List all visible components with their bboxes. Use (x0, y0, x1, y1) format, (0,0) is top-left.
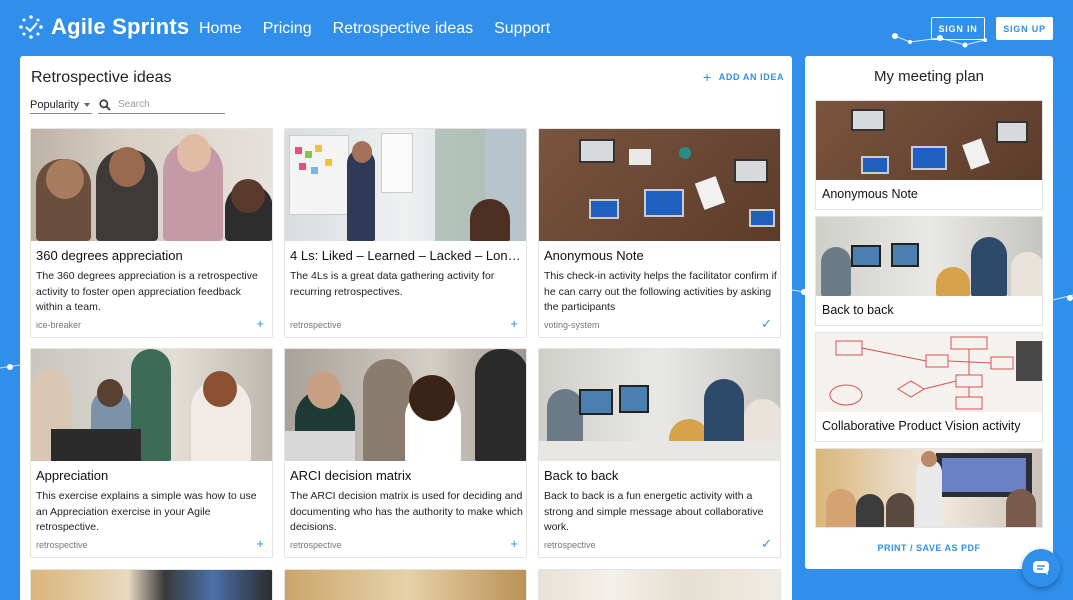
plan-item-image (816, 333, 1042, 412)
add-to-plan-icon[interactable]: + (510, 317, 518, 330)
idea-card[interactable]: Back to back Back to back is a fun energ… (538, 348, 781, 558)
nav-pricing[interactable]: Pricing (263, 20, 312, 38)
card-description: This check-in activity helps the facilit… (544, 270, 777, 313)
card-image (285, 129, 526, 241)
sort-value: Popularity (30, 98, 79, 111)
card-image (31, 129, 272, 241)
page-title: Retrospective ideas (31, 69, 172, 86)
search-field[interactable] (98, 96, 225, 114)
nav-support[interactable]: Support (494, 20, 550, 38)
card-tag: retrospective (290, 540, 342, 550)
nav-home[interactable]: Home (199, 20, 242, 38)
plan-item-image (816, 449, 1042, 527)
ideas-panel: Retrospective ideas + ADD AN IDEA Popula… (20, 56, 792, 600)
plan-item-label: Anonymous Note (822, 187, 918, 201)
plan-item[interactable]: Back to back (815, 216, 1043, 326)
idea-card[interactable]: 4 Ls: Liked – Learned – Lacked – Longed … (284, 128, 527, 338)
add-to-plan-icon[interactable]: + (510, 537, 518, 550)
flowchart-whiteboard (829, 336, 1042, 410)
card-description: Back to back is a fun energetic activity… (544, 490, 764, 533)
idea-card[interactable] (30, 569, 273, 600)
sign-in-button[interactable]: SIGN IN (931, 17, 985, 40)
card-image (539, 349, 780, 461)
card-title: 4 Ls: Liked – Learned – Lacked – Longed … (290, 248, 522, 263)
card-tag: retrospective (36, 540, 88, 550)
sprint-logo-icon (19, 15, 43, 39)
card-image (285, 570, 526, 600)
plan-item[interactable]: Collaborative Product Vision activity (815, 332, 1043, 442)
card-image (31, 570, 272, 600)
card-description: The 360 degrees appreciation is a retros… (36, 270, 258, 313)
card-title: Back to back (544, 468, 619, 483)
idea-card[interactable]: ARCI decision matrix The ARCI decision m… (284, 348, 527, 558)
card-description: The 4Ls is a great data gathering activi… (290, 270, 495, 298)
card-image (539, 570, 780, 600)
card-tag: retrospective (290, 320, 342, 330)
main-nav: Home Pricing Retrospective ideas Support (199, 20, 571, 38)
brand-name: Agile Sprints (51, 14, 190, 39)
card-title: 360 degrees appreciation (36, 248, 183, 263)
card-description: The ARCI decision matrix is used for dec… (290, 490, 523, 533)
card-title: ARCI decision matrix (290, 468, 412, 483)
card-description: This exercise explains a simple was how … (36, 490, 257, 533)
idea-card[interactable] (284, 569, 527, 600)
idea-card[interactable]: Anonymous Note This check-in activity he… (538, 128, 781, 338)
search-input[interactable] (118, 99, 218, 110)
card-title: Appreciation (36, 468, 109, 483)
chat-button[interactable] (1022, 549, 1060, 587)
idea-card[interactable]: 360 degrees appreciation The 360 degrees… (30, 128, 273, 338)
add-idea-button[interactable]: + ADD AN IDEA (703, 68, 785, 85)
print-save-pdf-button[interactable]: PRINT / SAVE AS PDF (805, 543, 1053, 553)
card-tag: voting-system (544, 320, 600, 330)
top-bar: Agile Sprints Home Pricing Retrospective… (0, 0, 1073, 56)
sort-select[interactable]: Popularity (30, 96, 92, 114)
add-to-plan-icon[interactable]: + (256, 537, 264, 550)
meeting-plan-panel: My meeting plan Anonymous Note Back to b… (805, 56, 1053, 569)
sign-up-button[interactable]: SIGN UP (996, 17, 1053, 40)
card-image (285, 349, 526, 461)
plus-icon: + (703, 68, 712, 85)
card-image (539, 129, 780, 241)
card-title: Anonymous Note (544, 248, 644, 263)
added-check-icon[interactable]: ✓ (761, 537, 772, 550)
add-to-plan-icon[interactable]: + (256, 317, 264, 330)
plan-item-label: Collaborative Product Vision activity (822, 419, 1021, 433)
card-tag: ice-breaker (36, 320, 82, 330)
card-image (31, 349, 272, 461)
add-idea-label: ADD AN IDEA (718, 72, 785, 82)
nav-retrospective-ideas[interactable]: Retrospective ideas (333, 20, 474, 38)
plan-item[interactable]: Anonymous Note (815, 100, 1043, 210)
plan-item[interactable] (815, 448, 1043, 528)
brand-logo[interactable]: Agile Sprints (18, 14, 189, 40)
search-icon (99, 98, 111, 111)
idea-card[interactable]: Appreciation This exercise explains a si… (30, 348, 273, 558)
caret-down-icon (84, 102, 90, 107)
plan-item-label: Back to back (822, 303, 894, 317)
idea-card[interactable] (538, 569, 781, 600)
card-tag: retrospective (544, 540, 596, 550)
added-check-icon[interactable]: ✓ (761, 317, 772, 330)
plan-item-image (816, 101, 1042, 180)
plan-item-image (816, 217, 1042, 296)
meeting-plan-title: My meeting plan (873, 68, 985, 85)
chat-icon (1033, 561, 1049, 575)
